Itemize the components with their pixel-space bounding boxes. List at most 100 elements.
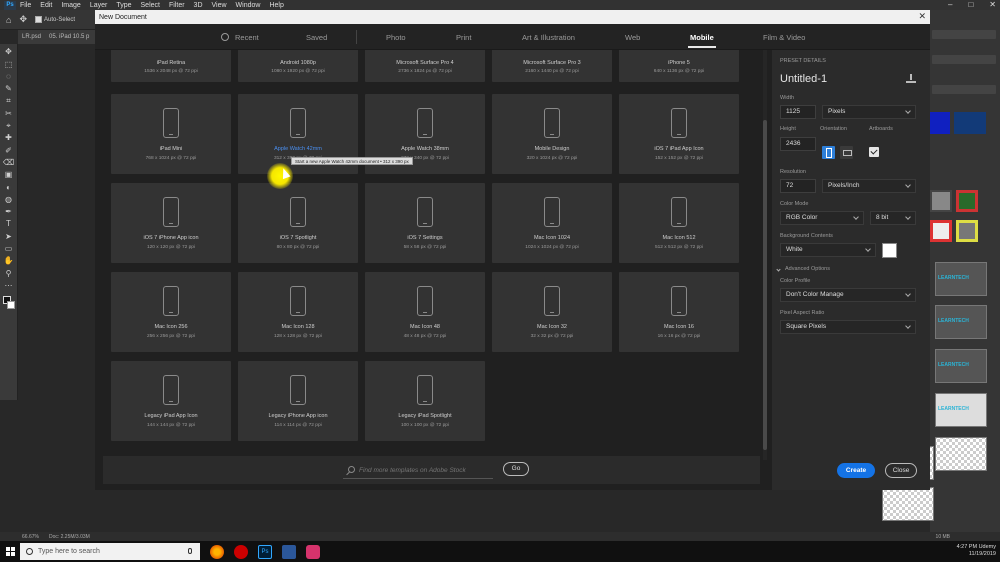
preset-tile[interactable]: iPhone 5 640 x 1136 px @ 72 ppi — [619, 50, 739, 82]
stock-search-input[interactable] — [359, 465, 499, 475]
preset-tile[interactable]: Microsoft Surface Pro 4 2736 x 1824 px @ … — [365, 50, 485, 82]
go-button[interactable]: Go — [503, 462, 529, 476]
style-swatch[interactable] — [956, 190, 978, 212]
tab-saved[interactable]: Saved — [306, 33, 327, 42]
tool-icon[interactable]: ▭ — [3, 244, 15, 253]
home-icon[interactable]: ⌂ — [6, 15, 11, 25]
transparent-thumbnail[interactable] — [882, 487, 934, 521]
preset-tile[interactable]: iOS 7 Spotlight 80 x 80 px @ 72 ppi — [238, 183, 358, 263]
layer-thumbnail[interactable]: LEARNTECH — [935, 393, 987, 427]
tool-icon[interactable]: ⋯ — [3, 281, 15, 290]
preset-tile[interactable]: Microsoft Surface Pro 3 2160 x 1440 px @ … — [492, 50, 612, 82]
preset-tile[interactable]: Mac Icon 128 128 x 128 px @ 72 ppi — [238, 272, 358, 352]
microphone-icon[interactable] — [188, 548, 192, 554]
photoshop-taskbar-icon[interactable]: Ps — [258, 544, 272, 559]
swatch-blue[interactable] — [930, 112, 950, 134]
start-button[interactable] — [0, 541, 20, 562]
minimize-icon[interactable]: – — [948, 0, 952, 9]
landscape-orientation-icon[interactable] — [840, 146, 853, 159]
preset-tile[interactable]: Legacy iPad App Icon 144 x 144 px @ 72 pp… — [111, 361, 231, 441]
preset-tile[interactable]: Mac Icon 32 32 x 32 px @ 72 ppi — [492, 272, 612, 352]
tool-icon[interactable]: ✂ — [3, 109, 15, 118]
menu-item[interactable]: Help — [269, 2, 283, 9]
word-icon[interactable] — [282, 544, 296, 559]
background-color-swatch[interactable] — [882, 243, 897, 258]
menu-item[interactable]: Type — [116, 2, 131, 9]
close-button[interactable]: Close — [885, 463, 917, 478]
tab-mobile[interactable]: Mobile — [688, 33, 716, 48]
tab-film-video[interactable]: Film & Video — [763, 33, 805, 42]
background-dropdown[interactable]: White — [780, 243, 876, 257]
doc-tab[interactable]: 05. iPad 10.5 p — [49, 34, 89, 40]
swatch-navy[interactable] — [954, 112, 986, 134]
preset-tile[interactable]: Android 1080p 1080 x 1920 px @ 72 ppi — [238, 50, 358, 82]
taskbar-search[interactable]: Type here to search — [20, 543, 200, 560]
tool-icon[interactable]: ⚲ — [3, 269, 15, 278]
resolution-field[interactable]: 72 — [780, 179, 816, 193]
preset-tile[interactable]: Mac Icon 16 16 x 16 px @ 72 ppi — [619, 272, 739, 352]
tool-icon[interactable]: ✒ — [3, 207, 15, 216]
layer-thumbnail[interactable]: LEARNTECH — [935, 349, 987, 383]
tool-icon[interactable]: ◐ — [3, 183, 15, 192]
layer-thumbnail[interactable]: LEARNTECH — [935, 262, 987, 296]
menu-item[interactable]: View — [212, 2, 227, 9]
maximize-icon[interactable]: □ — [968, 0, 973, 9]
preset-tile[interactable]: Mac Icon 256 256 x 256 px @ 72 ppi — [111, 272, 231, 352]
layer-thumbnail[interactable]: LEARNTECH — [935, 305, 987, 339]
menu-item[interactable]: Layer — [90, 2, 108, 9]
preset-tile[interactable]: Mac Icon 48 48 x 48 px @ 72 ppi — [365, 272, 485, 352]
save-preset-icon[interactable] — [906, 74, 916, 83]
style-swatch[interactable] — [930, 190, 952, 212]
preset-tile[interactable]: Mac Icon 512 512 x 512 px @ 72 ppi — [619, 183, 739, 263]
tool-icon[interactable]: ✐ — [3, 146, 15, 155]
preset-tile[interactable]: Legacy iPhone App icon 114 x 114 px @ 72 … — [238, 361, 358, 441]
tool-icon[interactable]: ◌ — [3, 72, 15, 81]
preset-tile[interactable]: iOS 7 iPhone App icon 120 x 120 px @ 72 p… — [111, 183, 231, 263]
tab-recent[interactable]: Recent — [221, 33, 259, 42]
style-swatch[interactable] — [956, 220, 978, 242]
tab-photo[interactable]: Photo — [386, 33, 406, 42]
auto-select-checkbox[interactable]: Auto-Select — [34, 16, 75, 23]
preset-tile[interactable]: iPad Mini 768 x 1024 px @ 72 ppi — [111, 94, 231, 174]
tool-icon[interactable]: T — [3, 219, 15, 228]
width-field[interactable]: 1125 — [780, 105, 816, 119]
app-icon[interactable] — [234, 544, 248, 559]
tool-icon[interactable]: ▣ — [3, 170, 15, 179]
tool-icon[interactable]: ◍ — [3, 195, 15, 204]
background-color-swatch[interactable] — [7, 300, 15, 309]
preset-tile[interactable]: iPad Retina 1536 x 2048 px @ 72 ppi — [111, 50, 231, 82]
menu-item[interactable]: Image — [61, 2, 80, 9]
document-name[interactable]: Untitled-1 — [780, 73, 827, 85]
chevron-down-icon[interactable] — [776, 267, 781, 272]
menu-item[interactable]: File — [20, 2, 31, 9]
preset-tile[interactable]: iOS 7 Settings 58 x 58 px @ 72 ppi — [365, 183, 485, 263]
tool-icon[interactable]: ✋ — [3, 256, 15, 265]
scrollbar-thumb[interactable] — [763, 120, 767, 450]
menu-item[interactable]: 3D — [194, 2, 203, 9]
dialog-close-icon[interactable]: ✕ — [918, 11, 926, 22]
tool-icon[interactable]: ✎ — [3, 84, 15, 93]
transparent-thumbnail[interactable] — [935, 437, 987, 471]
preset-tile[interactable]: Mobile Design 320 x 1024 px @ 72 ppi — [492, 94, 612, 174]
close-window-icon[interactable]: ✕ — [989, 0, 996, 9]
portrait-orientation-icon[interactable] — [822, 146, 835, 159]
menu-item[interactable]: Edit — [40, 2, 52, 9]
tool-icon[interactable]: ⌫ — [3, 158, 15, 167]
move-tool-icon[interactable]: ✥ — [19, 14, 27, 25]
clock-time[interactable]: 4:27 PM — [957, 544, 977, 550]
preset-tile[interactable]: Mac Icon 1024 1024 x 1024 px @ 72 ppi — [492, 183, 612, 263]
doc-tab[interactable]: LR.psd — [22, 34, 41, 40]
tab-web[interactable]: Web — [625, 33, 640, 42]
app-icon[interactable] — [306, 544, 320, 559]
preset-tile[interactable]: iOS 7 iPad App Icon 152 x 152 px @ 72 ppi — [619, 94, 739, 174]
menu-item[interactable]: Window — [236, 2, 261, 9]
preset-tile[interactable]: Legacy iPad Spotlight 100 x 100 px @ 72 p… — [365, 361, 485, 441]
tab-art-illustration[interactable]: Art & Illustration — [522, 33, 575, 42]
color-mode-dropdown[interactable]: RGB Color — [780, 211, 864, 225]
tool-icon[interactable]: ✥ — [3, 47, 15, 56]
tool-icon[interactable]: ⌖ — [3, 121, 15, 130]
advanced-options-toggle[interactable]: Advanced Options — [785, 266, 830, 272]
pixel-aspect-dropdown[interactable]: Square Pixels — [780, 320, 916, 334]
tab-print[interactable]: Print — [456, 33, 471, 42]
style-swatch[interactable] — [930, 220, 952, 242]
